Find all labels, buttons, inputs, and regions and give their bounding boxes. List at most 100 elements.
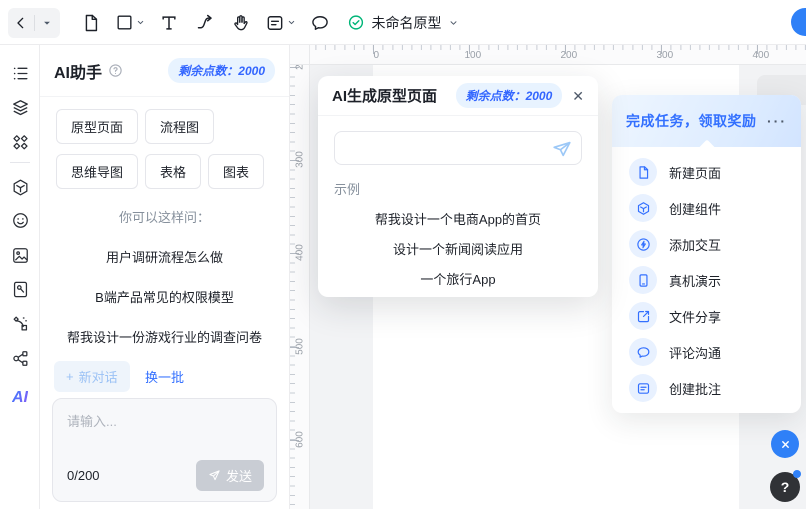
hand-tool-button[interactable]	[226, 8, 256, 38]
connector-tool-button[interactable]	[190, 8, 220, 38]
text-tool-icon	[159, 13, 179, 33]
ai-panel-header: AI助手 剩余点数：2000	[40, 45, 289, 97]
back-button[interactable]	[8, 15, 34, 31]
close-icon[interactable]: ✕	[572, 89, 584, 103]
chevron-down-icon	[449, 18, 459, 28]
help-button[interactable]: ?	[770, 472, 800, 502]
suggestion-item[interactable]: 用户调研流程怎么做	[40, 247, 289, 266]
divider	[10, 162, 30, 163]
comment-tool-button[interactable]	[305, 8, 335, 38]
top-toolbar: 未命名原型	[0, 0, 806, 45]
ruler-label: 300	[656, 50, 673, 61]
task-create-component[interactable]: 创建组件	[612, 190, 801, 226]
category-prototype-button[interactable]: 原型页面	[56, 109, 138, 144]
reward-tasks-panel: 完成任务，领取奖励 ··· 新建页面 创建组件 添加交互	[612, 95, 801, 413]
task-label: 添加交互	[669, 235, 721, 254]
suggestion-item[interactable]: B端产品常见的权限模型	[40, 287, 289, 306]
points-badge: 剩余点数：2000	[168, 58, 275, 83]
connector-icon	[195, 12, 216, 33]
example-item[interactable]: 一个旅行App	[318, 269, 598, 288]
example-item[interactable]: 设计一个新闻阅读应用	[318, 239, 598, 258]
user-avatar[interactable]	[791, 8, 806, 36]
ai-panel-button[interactable]: AI	[6, 384, 34, 412]
ruler-label: 300	[295, 140, 306, 180]
pages-list-icon	[11, 64, 30, 83]
category-flowchart-button[interactable]: 流程图	[145, 109, 214, 144]
hand-tool-icon	[231, 13, 251, 33]
pages-list-button[interactable]	[6, 59, 34, 87]
new-page-button[interactable]	[76, 8, 106, 38]
ruler-label: 0	[373, 50, 379, 61]
chat-input-card: 0/200 发送	[52, 398, 277, 502]
back-menu-button[interactable]	[35, 18, 61, 28]
help-circle-icon[interactable]	[108, 63, 123, 78]
file-share-icon	[629, 302, 657, 330]
comment-bubble-icon	[310, 13, 330, 33]
new-chat-button[interactable]: + 新对话	[54, 361, 130, 392]
ruler-label: 500	[295, 327, 306, 367]
doc-pen-icon	[11, 280, 30, 299]
comment-icon	[629, 338, 657, 366]
prompt-input[interactable]	[335, 132, 581, 164]
template-button[interactable]	[6, 275, 34, 303]
document-title-menu[interactable]: 未命名原型	[348, 0, 459, 45]
ai-panel-title: AI助手	[54, 59, 102, 83]
image-library-button[interactable]	[6, 241, 34, 269]
note-tool-button[interactable]	[262, 8, 299, 38]
new-page-icon	[81, 13, 101, 33]
component-3d-icon	[11, 178, 30, 197]
component-3d-button[interactable]	[6, 173, 34, 201]
app-root: 未命名原型	[0, 0, 806, 509]
emoji-library-button[interactable]	[6, 206, 34, 234]
flow-share-button[interactable]	[6, 344, 34, 372]
components-grid-icon	[11, 133, 30, 152]
plus-icon: +	[66, 369, 74, 384]
task-label: 创建组件	[669, 199, 721, 218]
horizontal-ruler: 0 100 200 300 400	[310, 45, 806, 65]
reward-title: 完成任务，领取奖励	[626, 111, 757, 131]
check-circle-icon	[348, 14, 365, 31]
suggestion-item[interactable]: 帮我设计一份游戏行业的调查问卷	[40, 327, 289, 346]
category-buttons: 原型页面 流程图 思维导图 表格 图表	[40, 97, 289, 191]
close-widget-button[interactable]	[771, 430, 799, 458]
text-tool-button[interactable]	[154, 8, 184, 38]
category-chart-button[interactable]: 图表	[208, 154, 264, 189]
shape-tool-button[interactable]	[112, 8, 148, 38]
send-button[interactable]: 发送	[196, 460, 264, 491]
modal-header: AI生成原型页面 剩余点数：2000 ✕	[318, 76, 598, 116]
shape-rect-icon	[115, 13, 134, 32]
ruler-label: 400	[295, 233, 306, 273]
image-icon	[11, 246, 30, 265]
layers-button[interactable]	[6, 93, 34, 121]
component-icon	[629, 194, 657, 222]
task-comment[interactable]: 评论沟通	[612, 334, 801, 370]
send-plane-icon[interactable]	[551, 138, 573, 165]
send-plane-icon	[208, 469, 221, 482]
modal-title: AI生成原型页面	[332, 85, 437, 106]
task-add-interaction[interactable]: 添加交互	[612, 226, 801, 262]
components-button[interactable]	[6, 128, 34, 156]
more-icon[interactable]: ···	[767, 113, 787, 129]
char-counter: 0/200	[67, 468, 100, 483]
task-label: 创建批注	[669, 379, 721, 398]
send-label: 发送	[226, 466, 252, 485]
ruler-corner	[290, 45, 310, 65]
dropdown-caret-icon	[287, 18, 296, 27]
back-icon	[13, 15, 29, 31]
ruler-label: 200	[295, 65, 306, 82]
left-rail: AI	[0, 45, 40, 509]
chat-input[interactable]	[67, 411, 262, 451]
task-file-share[interactable]: 文件分享	[612, 298, 801, 334]
category-mindmap-button[interactable]: 思维导图	[56, 154, 138, 189]
reward-task-list: 新建页面 创建组件 添加交互 真机演示	[612, 147, 801, 406]
task-device-preview[interactable]: 真机演示	[612, 262, 801, 298]
new-chat-label: 新对话	[79, 367, 118, 386]
back-button-group	[8, 8, 60, 38]
category-table-button[interactable]: 表格	[145, 154, 201, 189]
note-tool-icon	[265, 13, 285, 33]
task-new-page[interactable]: 新建页面	[612, 154, 801, 190]
ruler-ticks	[310, 45, 806, 50]
vector-tool-button[interactable]	[6, 309, 34, 337]
task-annotation[interactable]: 创建批注	[612, 370, 801, 406]
example-item[interactable]: 帮我设计一个电商App的首页	[318, 209, 598, 228]
